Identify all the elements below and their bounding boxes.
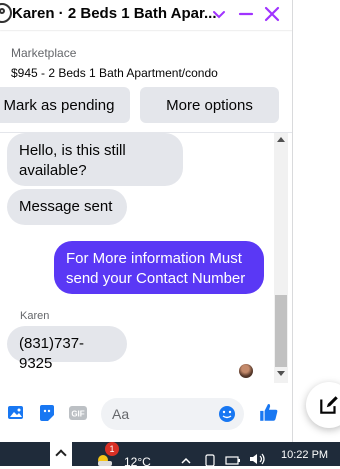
message-input[interactable]: Aa (101, 398, 244, 430)
show-hidden-icons-button[interactable] (50, 442, 72, 466)
message-input-placeholder: Aa (112, 406, 130, 422)
scroll-down-arrow[interactable] (277, 371, 285, 376)
seen-avatar (239, 364, 253, 378)
svg-text:GIF: GIF (71, 410, 84, 419)
phone-icon[interactable] (204, 454, 216, 466)
message-bubble: (831)737-9325 (7, 326, 127, 372)
volume-icon[interactable] (249, 453, 267, 465)
scrollbar-thumb[interactable] (275, 295, 287, 367)
taskbar: 1 12°C 10:22 PM (0, 442, 340, 469)
sticker-icon[interactable] (37, 403, 57, 423)
mark-as-pending-button[interactable]: Mark as pending (0, 87, 130, 123)
gif-icon[interactable]: GIF (68, 403, 88, 423)
chevron-up-icon[interactable] (180, 456, 192, 464)
message-bubble: For More information Must send your Cont… (54, 241, 264, 294)
chevron-down-icon[interactable] (209, 4, 229, 24)
emoji-icon[interactable] (217, 404, 237, 424)
listing-label: Marketplace (11, 46, 77, 60)
sender-name: Karen (20, 310, 50, 322)
temperature[interactable]: 12°C (124, 455, 151, 469)
clock[interactable]: 10:22 PM (281, 449, 328, 461)
message-bubble: Hello, is this still available? (7, 133, 183, 186)
new-message-icon (320, 396, 338, 414)
avatar[interactable] (0, 3, 12, 23)
listing-title[interactable]: $945 - 2 Beds 1 Bath Apartment/condo (11, 66, 218, 80)
message-bubble: Message sent (7, 189, 127, 225)
like-icon[interactable] (258, 401, 280, 423)
close-icon[interactable] (262, 4, 282, 24)
battery-icon[interactable] (225, 454, 241, 466)
notification-badge: 1 (105, 442, 119, 456)
scroll-up-arrow[interactable] (277, 137, 285, 142)
photo-icon[interactable] (6, 403, 26, 423)
more-options-button[interactable]: More options (140, 87, 279, 123)
chat-window: Karen · 2 Beds 1 Bath Apar... Marketplac… (0, 0, 293, 442)
minimize-icon[interactable] (236, 4, 256, 24)
composer: GIF Aa (0, 386, 292, 442)
chat-header: Karen · 2 Beds 1 Bath Apar... (0, 0, 292, 30)
chat-title[interactable]: Karen · 2 Beds 1 Bath Apar... (12, 5, 217, 22)
new-message-button[interactable] (306, 382, 340, 428)
marketplace-listing: Marketplace $945 - 2 Beds 1 Bath Apartme… (0, 30, 292, 133)
message-list: Hello, is this still available? Message … (0, 133, 292, 383)
